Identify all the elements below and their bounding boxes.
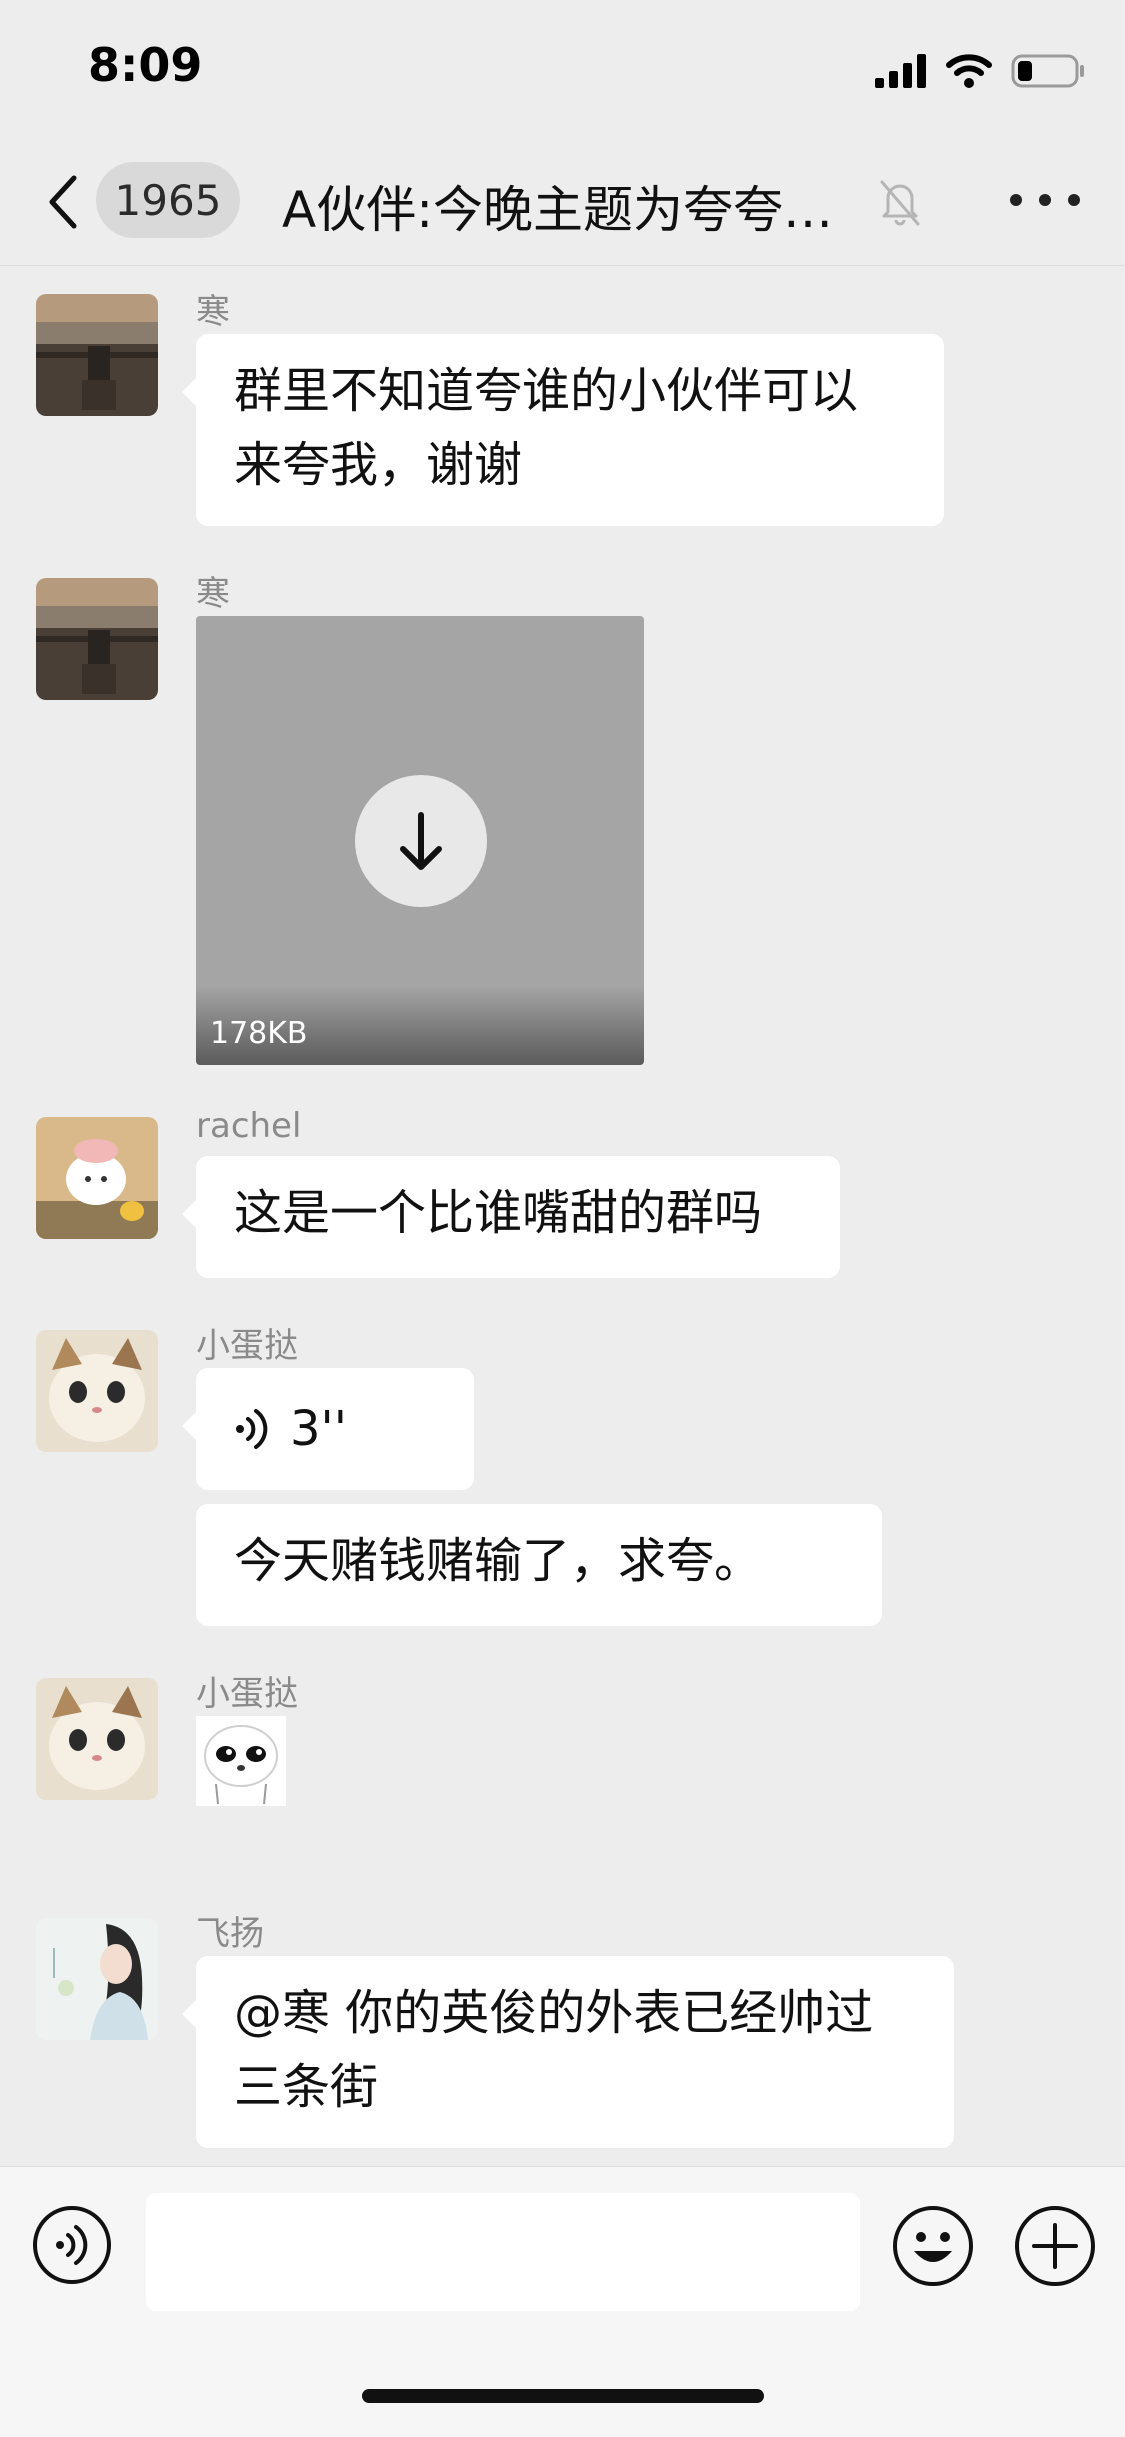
avatar-xiaodanta[interactable] bbox=[36, 1678, 158, 1800]
message-bubble[interactable]: 这是一个比谁嘴甜的群吗 bbox=[182, 1156, 840, 1278]
download-button[interactable] bbox=[355, 775, 487, 907]
message-bubble[interactable]: 群里不知道夸谁的小伙伴可以 来夸我，谢谢 bbox=[182, 334, 944, 526]
avatar-feiyang[interactable] bbox=[36, 1918, 158, 2040]
sender-name: rachel bbox=[196, 1106, 302, 1146]
sender-name: 寒 bbox=[196, 574, 230, 614]
message-input[interactable] bbox=[146, 2193, 860, 2311]
unread-count-badge[interactable]: 1965 bbox=[96, 162, 240, 238]
sender-name: 小蛋挞 bbox=[196, 1674, 298, 1714]
avatar-rachel[interactable] bbox=[36, 1117, 158, 1239]
nav-bar: 1965 A伙伴:今晚主题为夸夸… bbox=[0, 140, 1125, 266]
message-line: 这是一个比谁嘴甜的群吗 bbox=[234, 1185, 763, 1241]
avatar-image bbox=[36, 578, 158, 700]
more-options-button[interactable] bbox=[1010, 180, 1080, 220]
ellipsis-icon bbox=[1010, 194, 1022, 206]
plus-circle-icon[interactable] bbox=[1014, 2205, 1096, 2287]
status-bar: 8:09 bbox=[0, 0, 1125, 140]
avatar-han[interactable] bbox=[36, 578, 158, 700]
file-message[interactable]: 178KB bbox=[196, 616, 644, 1065]
bell-slash-icon bbox=[880, 180, 920, 226]
avatar-image bbox=[36, 294, 158, 416]
sender-name: 小蛋挞 bbox=[196, 1326, 298, 1366]
smiley-icon[interactable] bbox=[892, 2205, 974, 2287]
status-time: 8:09 bbox=[88, 38, 203, 92]
message-line: 今天赌钱赌输了，求夸。 bbox=[234, 1533, 763, 1589]
input-bar bbox=[0, 2166, 1125, 2437]
avatar-image bbox=[36, 1117, 158, 1239]
sticker-image bbox=[204, 1725, 278, 1805]
battery-icon bbox=[1011, 54, 1084, 88]
arrow-down-icon bbox=[400, 812, 442, 870]
avatar-han[interactable] bbox=[36, 294, 158, 416]
voice-message-bubble[interactable]: 3'' bbox=[182, 1368, 474, 1490]
signal-icon bbox=[875, 54, 926, 88]
chat-title: A伙伴:今晚主题为夸夸… bbox=[282, 181, 834, 239]
file-size: 178KB bbox=[210, 1016, 308, 1051]
avatar-image bbox=[36, 1678, 158, 1800]
sender-name: 寒 bbox=[196, 292, 230, 332]
avatar-image bbox=[36, 1330, 158, 1452]
message-bubble[interactable]: 今天赌钱赌输了，求夸。 bbox=[196, 1504, 882, 1626]
message-line: 三条街 bbox=[234, 2059, 379, 2115]
avatar-image bbox=[36, 1918, 158, 2040]
voice-wave-icon bbox=[236, 1409, 268, 1449]
wifi-icon bbox=[946, 54, 992, 88]
message-line: 群里不知道夸谁的小伙伴可以 bbox=[234, 363, 859, 419]
sender-name: 飞扬 bbox=[196, 1914, 264, 1954]
voice-input-button[interactable] bbox=[32, 2205, 112, 2285]
voice-duration: 3'' bbox=[290, 1401, 347, 1457]
avatar-xiaodanta[interactable] bbox=[36, 1330, 158, 1452]
home-indicator bbox=[362, 2389, 764, 2403]
message-bubble[interactable]: @寒 你的英俊的外表已经帅过 三条街 bbox=[182, 1956, 954, 2148]
message-line: @寒 你的英俊的外表已经帅过 bbox=[234, 1985, 874, 2041]
message-line: 来夸我，谢谢 bbox=[234, 437, 523, 493]
sticker-message[interactable] bbox=[196, 1716, 286, 1806]
back-button[interactable] bbox=[44, 172, 84, 232]
status-icons bbox=[875, 46, 1085, 96]
